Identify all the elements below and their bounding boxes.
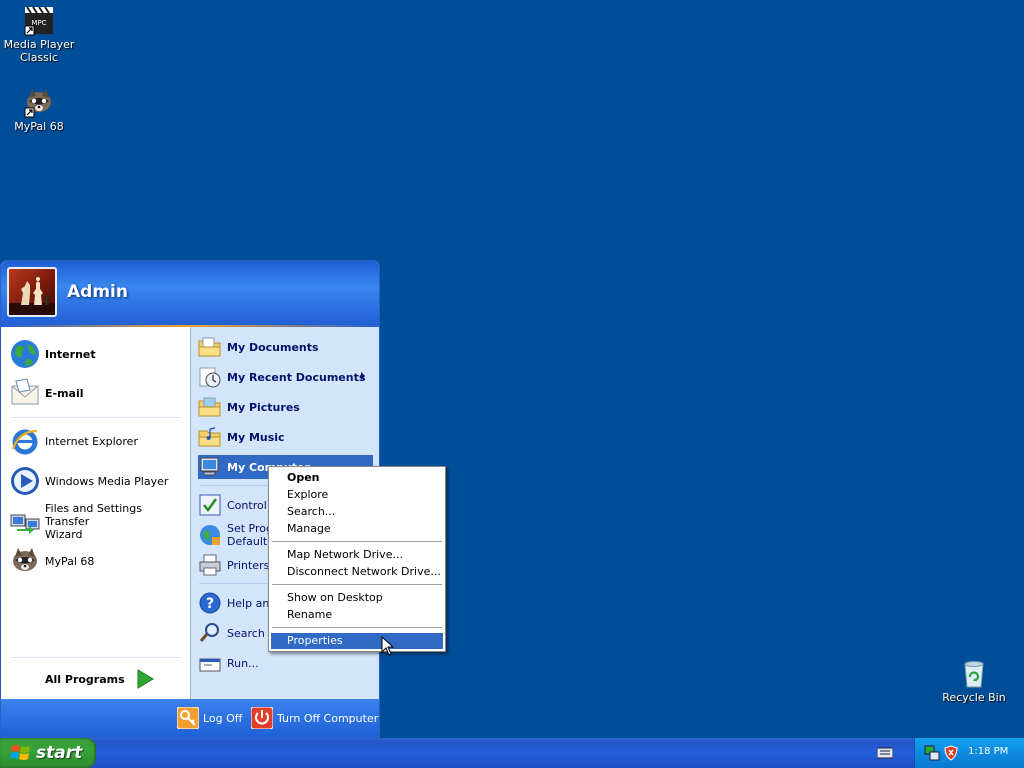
start-item-label: Files and Settings Transfer [45,501,142,528]
start-item-label: Run... [227,656,259,670]
ctx-manage[interactable]: Manage [271,521,443,537]
media-player-icon [9,465,41,497]
ctx-properties[interactable]: Properties [271,633,443,649]
start-item-my-recent-documents[interactable]: My Recent Documents [198,365,373,389]
search-icon [198,621,222,645]
ctx-explore[interactable]: Explore [271,487,443,503]
desktop-icon-media-player-classic[interactable]: MPC Media Player Classic [1,4,77,64]
start-item-label: Internet Explorer [45,434,138,448]
ctx-rename[interactable]: Rename [271,607,443,623]
recent-docs-icon [198,365,222,389]
start-item-label: Internet [45,347,96,361]
start-item-label: MyPal 68 [45,554,95,568]
start-item-label: My Documents [227,340,319,354]
ctx-search[interactable]: Search... [271,504,443,520]
desktop-icon-label: MyPal 68 [14,120,64,133]
start-item-label: Set Prog [227,522,273,535]
recycle-bin-icon [964,661,984,688]
start-item-label: E-mail [45,386,84,400]
mouse-cursor-icon [381,636,395,656]
start-menu-footer: Log Off Turn Off Computer [1,699,379,737]
start-item-email[interactable]: E-mail [9,375,184,411]
mypal-icon [9,545,41,577]
taskbar: start 1:18 PM [0,738,1024,768]
folder-icon [198,425,222,449]
keyboard-icon[interactable] [877,746,893,760]
transfer-wizard-icon [9,505,41,537]
start-item-my-music[interactable]: My Music [198,425,373,449]
log-off-label: Log Off [203,711,243,725]
turn-off-computer-button[interactable]: Turn Off Computer [250,706,379,730]
ctx-show-on-desktop[interactable]: Show on Desktop [271,590,443,606]
globe-icon [9,338,41,370]
start-item-my-documents[interactable]: My Documents [198,335,373,359]
start-menu-header: Admin [1,261,379,325]
context-menu: Open Explore Search... Manage Map Networ… [268,466,446,652]
windows-logo-icon [10,745,30,760]
run-icon [198,651,222,675]
start-item-label: My Music [227,430,285,444]
ctx-disconnect-network-drive[interactable]: Disconnect Network Drive... [271,564,443,580]
start-item-label: Search [227,626,265,640]
desktop-icon-mypal[interactable]: MyPal 68 [1,86,77,133]
start-item-label: My Recent Documents [227,370,366,384]
turn-off-label: Turn Off Computer [277,711,379,725]
start-item-label: Windows Media Player [45,474,169,488]
separator [272,541,442,542]
printer-icon [198,553,222,577]
start-item-windows-media-player[interactable]: Windows Media Player [9,463,184,499]
network-icon[interactable] [924,745,940,761]
media-player-classic-icon: MPC [24,6,53,36]
clock[interactable]: 1:18 PM [968,746,1008,757]
mypal-icon [24,89,51,118]
start-item-mypal[interactable]: MyPal 68 [9,543,184,579]
key-icon [176,706,200,730]
chess-pieces-icon [9,277,55,315]
green-arrow-icon [137,669,154,689]
start-label: start [36,743,83,763]
start-button[interactable]: start [0,738,96,768]
desktop-icon-label: Media Player [3,38,75,51]
separator [272,627,442,628]
start-item-label: Defaults [227,535,273,548]
start-item-label-wrap: Files and Settings Transfer Wizard [45,502,184,541]
desktop-icon-label: Recycle Bin [942,691,1006,704]
separator [11,417,181,418]
folder-icon [198,395,222,419]
program-defaults-icon [198,523,222,547]
start-item-internet-explorer[interactable]: Internet Explorer [9,423,184,459]
log-off-button[interactable]: Log Off [176,706,243,730]
start-item-label-wrap: Set Prog Defaults [227,522,273,548]
start-item-label: Wizard [45,527,83,541]
start-item-internet[interactable]: Internet [9,336,184,372]
security-shield-icon[interactable] [944,745,958,761]
computer-icon [198,455,222,479]
folder-icon [198,335,222,359]
start-item-run[interactable]: Run... [198,651,373,675]
start-item-my-pictures[interactable]: My Pictures [198,395,373,419]
email-icon [9,377,41,409]
submenu-arrow-icon [361,372,365,380]
separator [272,584,442,585]
all-programs-label: All Programs [45,672,125,686]
help-icon: ? [198,591,222,615]
start-item-files-settings-transfer[interactable]: Files and Settings Transfer Wizard [9,501,184,541]
desktop-icon-recycle-bin[interactable]: Recycle Bin [936,657,1012,704]
control-panel-icon [198,493,222,517]
system-tray: 1:18 PM [914,738,1024,768]
separator [11,657,181,658]
power-icon [250,706,274,730]
start-item-label: My Pictures [227,400,300,414]
all-programs-button[interactable]: All Programs [45,667,155,691]
internet-explorer-icon [9,425,41,457]
desktop-icon-label: Classic [19,51,59,64]
avatar[interactable] [7,267,57,317]
ctx-map-network-drive[interactable]: Map Network Drive... [271,547,443,563]
ctx-open[interactable]: Open [271,470,443,486]
svg-text:?: ? [206,596,214,612]
start-menu-left-column: Internet E-mail Internet Explorer Window… [1,327,190,699]
user-name: Admin [67,282,128,302]
